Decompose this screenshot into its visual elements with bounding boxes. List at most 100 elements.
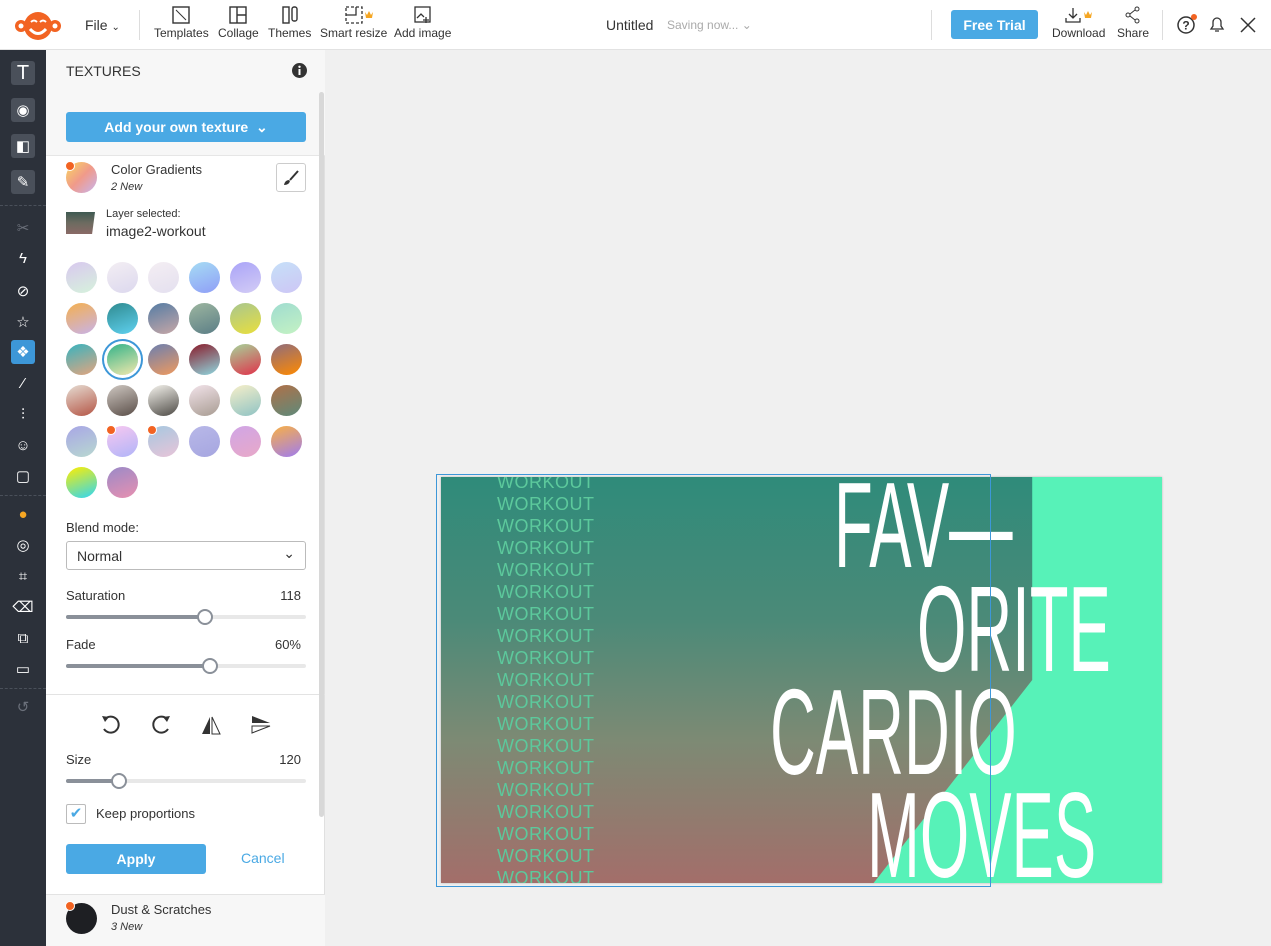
texture-swatch[interactable] xyxy=(107,262,138,293)
texture-swatch[interactable] xyxy=(107,303,138,334)
divider xyxy=(0,495,46,496)
resize-icon[interactable]: ⧉ xyxy=(11,626,35,650)
document-title[interactable]: Untitled xyxy=(606,17,653,33)
texture-swatch[interactable] xyxy=(230,262,261,293)
texture-swatch[interactable] xyxy=(148,303,179,334)
texture-swatch[interactable] xyxy=(66,385,97,416)
texture-swatch[interactable] xyxy=(230,303,261,334)
texture-swatch[interactable] xyxy=(230,426,261,457)
color-wheel-icon[interactable]: ● xyxy=(11,502,35,526)
panel-scrollbar[interactable] xyxy=(319,92,324,817)
textures-icon[interactable]: ❖ xyxy=(11,340,35,364)
effects-icon[interactable]: ϟ xyxy=(11,246,35,270)
blend-icon[interactable]: ◎ xyxy=(11,533,35,557)
paintbrush-icon xyxy=(284,169,299,185)
slider-handle[interactable] xyxy=(197,609,214,625)
pack-new-count: 2 New xyxy=(111,181,143,193)
eraser-icon[interactable]: ⌫ xyxy=(11,595,35,619)
layer-name: image2-workout xyxy=(106,223,206,239)
crop-icon[interactable]: ⌗ xyxy=(11,564,35,588)
save-status[interactable]: Saving now... ⌄ xyxy=(667,18,752,32)
texture-swatch[interactable] xyxy=(66,467,97,498)
collage-button[interactable]: Collage xyxy=(218,6,259,40)
chevron-down-icon: ⌄ xyxy=(283,545,295,561)
rotate-left-icon[interactable] xyxy=(100,714,122,736)
text-icon[interactable]: T xyxy=(11,61,35,85)
texture-swatch[interactable] xyxy=(271,262,302,293)
texture-swatch[interactable] xyxy=(148,344,179,375)
new-badge xyxy=(65,901,75,911)
selection-box[interactable] xyxy=(436,474,991,887)
frame-icon[interactable]: ▢ xyxy=(11,464,35,488)
stickers-icon[interactable]: ☆ xyxy=(11,310,35,334)
adjust-icon[interactable]: ⫶ xyxy=(11,402,35,426)
texture-swatch[interactable] xyxy=(271,426,302,457)
slider-handle[interactable] xyxy=(110,773,127,789)
rotate-right-icon[interactable] xyxy=(150,714,172,736)
fade-slider[interactable] xyxy=(66,658,306,674)
smart-resize-button[interactable]: Smart resize xyxy=(320,6,387,40)
texture-swatch[interactable] xyxy=(107,344,138,375)
flip-horizontal-icon[interactable] xyxy=(200,714,222,736)
chevron-down-icon: ⌄ xyxy=(255,118,268,135)
save-status-label: Saving now... xyxy=(667,18,739,32)
textures-panel: TEXTURES Add your own texture ⌄ Color Gr… xyxy=(46,50,325,946)
comment-icon[interactable]: ▭ xyxy=(11,657,35,681)
undo-icon[interactable]: ↺ xyxy=(11,695,35,719)
texture-swatch[interactable] xyxy=(271,303,302,334)
texture-swatch[interactable] xyxy=(230,344,261,375)
texture-swatch[interactable] xyxy=(66,426,97,457)
shapes-icon[interactable]: ◧ xyxy=(11,134,35,158)
draw-icon[interactable]: ✎ xyxy=(11,170,35,194)
texture-swatch[interactable] xyxy=(189,344,220,375)
texture-swatch[interactable] xyxy=(148,385,179,416)
picmonkey-logo[interactable] xyxy=(14,8,62,42)
touch-up-icon[interactable]: ☺ xyxy=(11,433,35,457)
blend-mode-label: Blend mode: xyxy=(66,520,139,535)
texture-swatch[interactable] xyxy=(107,385,138,416)
close-icon[interactable] xyxy=(1240,17,1256,33)
texture-swatch[interactable] xyxy=(189,426,220,457)
size-slider[interactable] xyxy=(66,773,306,789)
templates-icon xyxy=(172,6,191,24)
magic-wand-icon[interactable]: ⁄ xyxy=(11,371,35,395)
texture-swatch[interactable] xyxy=(66,303,97,334)
cancel-button[interactable]: Cancel xyxy=(241,850,285,866)
saturation-slider[interactable] xyxy=(66,609,306,625)
collage-icon xyxy=(229,6,248,24)
texture-swatch[interactable] xyxy=(148,262,179,293)
texture-swatch[interactable] xyxy=(189,385,220,416)
flip-vertical-icon[interactable] xyxy=(250,714,272,736)
blend-mode-select[interactable]: Normal ⌄ xyxy=(66,541,306,570)
download-button[interactable]: Download xyxy=(1052,6,1105,40)
apply-button[interactable]: Apply xyxy=(66,844,206,874)
texture-swatch[interactable] xyxy=(107,467,138,498)
templates-button[interactable]: Templates xyxy=(154,6,209,40)
chevron-down-icon: ⌄ xyxy=(111,22,120,33)
scissors-icon[interactable]: ✂ xyxy=(11,216,35,240)
file-menu[interactable]: File ⌄ xyxy=(85,17,120,33)
layer-thumbnail xyxy=(66,212,95,234)
brush-button[interactable] xyxy=(276,163,306,192)
add-image-label: Add image xyxy=(394,26,452,40)
overlay-icon[interactable]: ⊘ xyxy=(11,279,35,303)
texture-swatch[interactable] xyxy=(189,303,220,334)
keep-proportions-checkbox[interactable]: ✔ xyxy=(66,804,86,824)
bell-icon[interactable] xyxy=(1208,15,1226,35)
share-button[interactable]: Share xyxy=(1117,6,1149,40)
themes-icon xyxy=(281,6,298,24)
texture-swatch[interactable] xyxy=(189,262,220,293)
add-image-button[interactable]: Add image xyxy=(394,6,451,40)
camera-icon[interactable]: ◉ xyxy=(11,98,35,122)
texture-swatch[interactable] xyxy=(66,262,97,293)
slider-handle[interactable] xyxy=(202,658,218,674)
texture-swatch[interactable] xyxy=(271,385,302,416)
texture-swatch[interactable] xyxy=(230,385,261,416)
themes-button[interactable]: Themes xyxy=(268,6,311,40)
help-icon[interactable]: ? xyxy=(1176,14,1198,36)
info-icon[interactable] xyxy=(292,63,307,78)
free-trial-button[interactable]: Free Trial xyxy=(951,10,1038,39)
texture-swatch[interactable] xyxy=(271,344,302,375)
add-texture-button[interactable]: Add your own texture ⌄ xyxy=(66,112,306,142)
texture-swatch[interactable] xyxy=(66,344,97,375)
